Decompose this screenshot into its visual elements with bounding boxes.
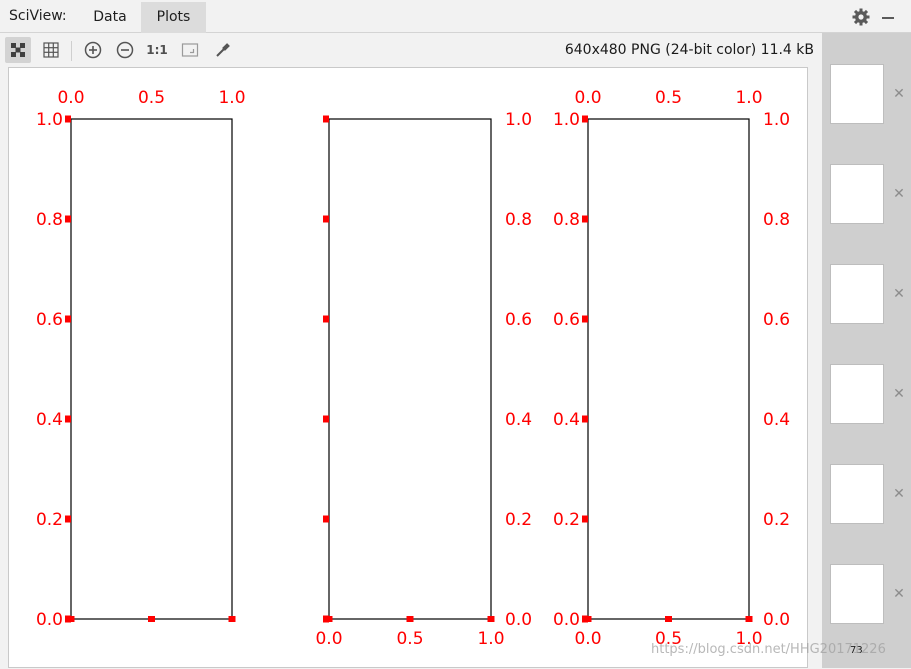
y-tick-label: 0.4 — [553, 410, 580, 430]
color-picker-icon — [216, 43, 230, 57]
y-tick-mark — [582, 615, 588, 623]
close-icon[interactable]: ✕ — [892, 487, 906, 501]
grid-button[interactable] — [38, 37, 64, 63]
x-tick-label: 0.0 — [574, 88, 601, 108]
y-tick-label: 0.0 — [505, 610, 532, 630]
plot-image: 0.0 0.5 1.00.00.20.40.60.81.00.0 0.5 1.00.00… — [36, 88, 790, 649]
close-icon[interactable]: ✕ — [892, 87, 906, 101]
x-tick-mark — [487, 616, 495, 622]
y-tick-label: 1.0 — [553, 110, 580, 130]
close-icon[interactable]: ✕ — [892, 587, 906, 601]
axes-frame — [587, 118, 750, 620]
y-tick-label: 1.0 — [763, 110, 790, 130]
plot-thumbnail[interactable] — [830, 264, 884, 324]
y-tick-mark — [323, 115, 329, 123]
x-tick-label: 0.0 — [57, 88, 84, 108]
watermark: https://blog.csdn.net/HHG20171226 — [651, 642, 886, 657]
y-tick-label: 0.2 — [553, 510, 580, 530]
y-tick-label: 0.8 — [505, 210, 532, 230]
fit-to-window-icon — [11, 43, 25, 57]
y-tick-label: 0.2 — [36, 510, 63, 530]
minimize-icon[interactable] — [878, 7, 898, 27]
tab-plots[interactable]: Plots — [141, 2, 206, 33]
y-tick-mark — [582, 215, 588, 223]
x-tick-mark — [406, 616, 414, 622]
zoom-out-button[interactable] — [112, 37, 138, 63]
y-tick-label: 0.0 — [553, 610, 580, 630]
actual-size-button[interactable]: 1:1 — [144, 37, 170, 63]
window-button[interactable] — [177, 37, 203, 63]
y-tick-label: 0.2 — [763, 510, 790, 530]
y-tick-mark — [582, 515, 588, 523]
y-tick-label: 0.0 — [763, 610, 790, 630]
y-tick-mark — [65, 615, 71, 623]
x-tick-label: 0.0 — [315, 629, 342, 649]
y-tick-label: 0.6 — [505, 310, 532, 330]
axes-frame — [328, 118, 492, 620]
y-tick-mark — [65, 515, 71, 523]
y-tick-label: 0.6 — [36, 310, 63, 330]
y-tick-mark — [582, 115, 588, 123]
y-tick-label: 0.0 — [36, 610, 63, 630]
y-tick-label: 0.4 — [763, 410, 790, 430]
sciview-label: SciView: — [9, 8, 67, 24]
y-tick-label: 0.4 — [505, 410, 532, 430]
x-tick-label: 0.5 — [396, 629, 423, 649]
y-tick-mark — [323, 315, 329, 323]
y-tick-label: 1.0 — [505, 110, 532, 130]
y-tick-mark — [323, 515, 329, 523]
y-tick-label: 0.8 — [36, 210, 63, 230]
y-tick-label: 0.2 — [505, 510, 532, 530]
close-icon[interactable]: ✕ — [892, 187, 906, 201]
plot-thumbnail[interactable] — [830, 564, 884, 624]
x-tick-label: 0.5 — [655, 88, 682, 108]
window-icon — [181, 43, 199, 57]
y-tick-mark — [65, 115, 71, 123]
y-tick-label: 0.4 — [36, 410, 63, 430]
y-tick-mark — [65, 315, 71, 323]
image-info: 640x480 PNG (24-bit color) 11.4 kB — [564, 42, 814, 58]
y-tick-label: 0.8 — [763, 210, 790, 230]
x-tick-mark — [665, 616, 672, 622]
y-tick-mark — [323, 415, 329, 423]
close-icon[interactable]: ✕ — [892, 287, 906, 301]
y-tick-mark — [65, 415, 71, 423]
zoom-in-button[interactable] — [80, 37, 106, 63]
y-tick-mark — [323, 615, 329, 623]
x-tick-label: 0.5 — [138, 88, 165, 108]
x-tick-mark — [148, 616, 155, 622]
plot-thumbnail[interactable] — [830, 464, 884, 524]
thumbnail-strip: ✕ ✕ ✕ ✕ ✕ ✕ 73 — [822, 33, 911, 668]
toolbar-separator — [71, 41, 72, 61]
image-toolbar: 1:1 640x480 PNG (24-bit color) 11.4 kB — [0, 33, 822, 67]
close-icon[interactable]: ✕ — [892, 387, 906, 401]
zoom-in-icon — [84, 41, 102, 59]
y-tick-label: 1.0 — [36, 110, 63, 130]
y-tick-mark — [582, 315, 588, 323]
y-tick-label: 0.6 — [763, 310, 790, 330]
image-canvas[interactable]: 0.0 0.5 1.0 0.0 0.2 0.4 0.6 0.8 1.0 0.0 0.5 1.0 0.0 0… — [8, 67, 808, 668]
x-tick-mark — [745, 616, 753, 622]
tab-bar: SciView: Data Plots — [0, 0, 911, 33]
y-tick-mark — [582, 415, 588, 423]
axes-frame — [70, 118, 233, 620]
x-tick-label: 0.0 — [574, 629, 601, 649]
x-tick-label: 1.0 — [477, 629, 504, 649]
x-tick-mark — [228, 616, 236, 622]
tab-data[interactable]: Data — [82, 2, 138, 33]
plot-thumbnail[interactable] — [830, 164, 884, 224]
x-tick-label: 1.0 — [218, 88, 245, 108]
gear-icon[interactable] — [851, 7, 871, 27]
zoom-out-icon — [116, 41, 134, 59]
plot-thumbnail[interactable] — [830, 64, 884, 124]
fit-to-window-button[interactable] — [5, 37, 31, 63]
x-tick-label: 1.0 — [735, 88, 762, 108]
y-tick-mark — [65, 215, 71, 223]
y-tick-label: 0.6 — [553, 310, 580, 330]
color-picker-button[interactable] — [210, 37, 236, 63]
grid-icon — [43, 42, 59, 58]
y-tick-label: 0.8 — [553, 210, 580, 230]
plot-thumbnail[interactable] — [830, 364, 884, 424]
y-tick-mark — [323, 215, 329, 223]
